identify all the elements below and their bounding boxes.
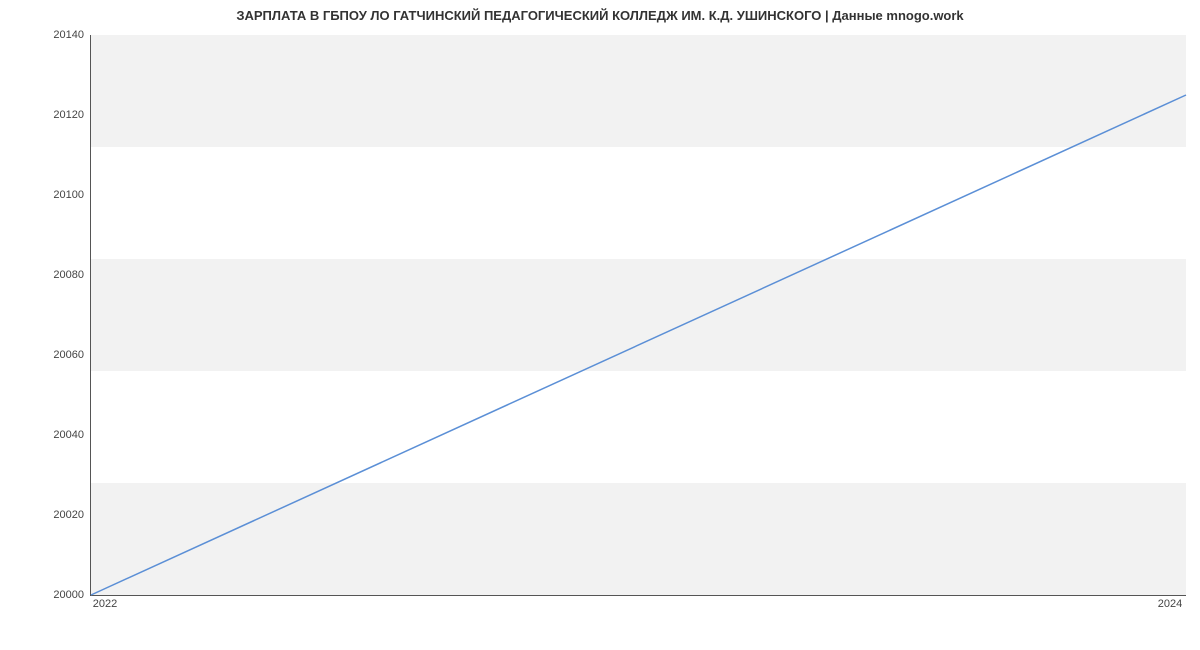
chart-title: ЗАРПЛАТА В ГБПОУ ЛО ГАТЧИНСКИЙ ПЕДАГОГИЧ…	[0, 8, 1200, 23]
x-tick-label: 2024	[1158, 598, 1182, 610]
plot-area	[90, 35, 1186, 596]
y-tick-label: 20020	[24, 509, 84, 521]
y-tick-label: 20060	[24, 349, 84, 361]
y-tick-label: 20000	[24, 589, 84, 601]
y-tick-label: 20040	[24, 429, 84, 441]
y-tick-label: 20120	[24, 109, 84, 121]
y-tick-label: 20080	[24, 269, 84, 281]
x-tick-label: 2022	[93, 598, 117, 610]
y-tick-label: 20140	[24, 29, 84, 41]
chart-line	[91, 35, 1186, 595]
y-tick-label: 20100	[24, 189, 84, 201]
chart-container: ЗАРПЛАТА В ГБПОУ ЛО ГАТЧИНСКИЙ ПЕДАГОГИЧ…	[0, 0, 1200, 650]
